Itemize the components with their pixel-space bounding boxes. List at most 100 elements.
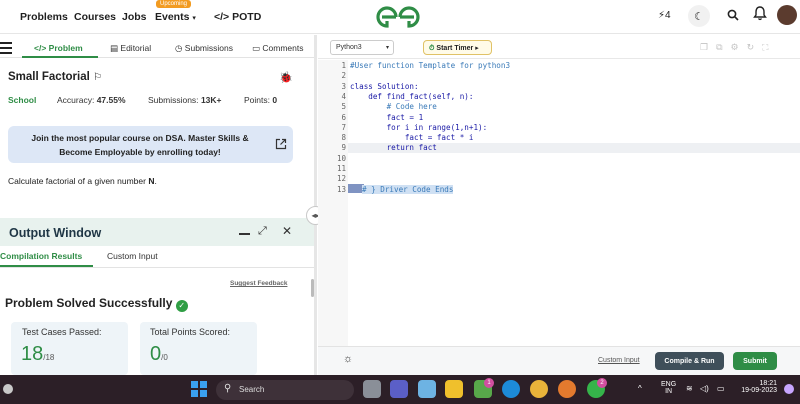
external-link-icon[interactable]	[275, 137, 287, 155]
language-select[interactable]: Python3 ▾	[330, 40, 394, 55]
theme-toggle-button[interactable]: ☾	[688, 5, 710, 27]
line-number: 3	[341, 81, 346, 91]
streak-counter[interactable]: ⚡4	[658, 10, 671, 21]
panel-splitter[interactable]	[314, 35, 317, 375]
compile-run-button[interactable]: Compile & Run	[655, 352, 724, 370]
editor-actions: ❐⧉⚙↻⛶	[700, 42, 776, 53]
tests-passed: 18/18	[21, 343, 55, 365]
line-number: 1	[341, 61, 346, 70]
clock[interactable]: 18:21 19-09-2023	[739, 380, 777, 394]
tab-editorial[interactable]: ▤ Editorial	[110, 43, 151, 54]
code-line: return fact	[350, 143, 437, 153]
document-icon: ▤	[110, 43, 119, 53]
close-icon[interactable]: ✕	[282, 224, 292, 238]
notifications-button[interactable]	[753, 6, 767, 26]
code-line: # Code here	[350, 102, 437, 112]
duplicate-icon[interactable]: ⧉	[716, 42, 730, 52]
lightning-icon: ⚡	[658, 10, 666, 21]
expand-icon[interactable]: ⤢	[258, 225, 267, 238]
custom-input-link[interactable]: Custom Input	[598, 357, 640, 364]
tests-label: Test Cases Passed:	[22, 327, 102, 337]
nav-problems[interactable]: Problems	[20, 11, 68, 23]
upcoming-badge: Upcoming	[156, 0, 192, 8]
task-view-icon[interactable]	[363, 380, 381, 398]
line-number: 13	[336, 184, 346, 194]
test-cases-card: Test Cases Passed: 18/18	[11, 322, 128, 375]
gfg-logo-icon	[376, 6, 420, 28]
line-number: 9	[341, 143, 346, 153]
points-card: Total Points Scored: 0/0	[140, 322, 257, 375]
start-timer-button[interactable]: ⏱ Start Timer ▸	[423, 40, 492, 55]
tab-submissions[interactable]: ◷ Submissions	[175, 43, 233, 54]
nav-jobs[interactable]: Jobs	[122, 11, 147, 23]
code-line: for i in range(1,n+1):	[350, 122, 488, 132]
weather-icon[interactable]	[3, 384, 13, 394]
bookmark-icon[interactable]: ⚐	[93, 72, 102, 83]
file-explorer-icon[interactable]	[445, 380, 463, 398]
line-number: 5	[341, 102, 346, 112]
line-number: 11	[336, 164, 346, 173]
reset-icon[interactable]: ↻	[747, 42, 763, 52]
code-line: # } Driver Code Ends	[362, 184, 454, 194]
minimize-icon[interactable]	[239, 233, 250, 235]
notification-badge: 1	[484, 378, 494, 388]
code-icon: </>	[214, 11, 230, 23]
tab-custom-input[interactable]: Custom Input	[107, 251, 158, 261]
play-icon: ▸	[475, 45, 479, 52]
windows-start-icon[interactable]	[191, 381, 207, 397]
comment-icon: ▭	[252, 43, 261, 53]
line-number: 6	[341, 112, 346, 122]
nav-potd-label: POTD	[232, 11, 262, 23]
tab-comments[interactable]: ▭ Comments	[252, 43, 304, 54]
line-number: 12	[336, 174, 346, 184]
avatar[interactable]	[777, 5, 797, 25]
battery-icon[interactable]: ▭	[717, 384, 725, 393]
edge-icon[interactable]	[502, 380, 520, 398]
line-number: 8	[341, 133, 346, 143]
search-button[interactable]	[727, 8, 739, 26]
gfg-logo[interactable]	[374, 4, 422, 30]
fullscreen-icon[interactable]: ⛶	[762, 42, 776, 52]
submissions-count: Submissions: 13K+	[148, 95, 222, 105]
line-number: 10	[336, 153, 346, 163]
taskbar-search-box[interactable]: ⚲ Search	[216, 380, 354, 400]
points-scored: 0/0	[150, 343, 168, 365]
wifi-icon[interactable]: ≋	[686, 384, 693, 393]
chrome-icon[interactable]	[530, 380, 548, 398]
code-icon: </>	[34, 43, 47, 53]
nav-events-label: Events	[155, 11, 190, 23]
chevron-up-icon[interactable]: ^	[638, 384, 642, 393]
code-line: fact = fact * i	[350, 133, 474, 143]
code-editor[interactable]: #User function Template for python3 clas…	[348, 60, 800, 346]
course-promo-banner[interactable]: Join the most popular course on DSA. Mas…	[8, 126, 293, 163]
nav-courses[interactable]: Courses	[74, 11, 116, 23]
submit-button[interactable]: Submit	[733, 352, 777, 370]
problem-description: Calculate factorial of a given number N.	[8, 176, 157, 186]
clock-icon: ◷	[175, 43, 183, 53]
copy-icon[interactable]: ❐	[700, 42, 716, 52]
theme-sun-icon[interactable]: ☼	[343, 353, 353, 365]
settings-icon[interactable]: ⚙	[731, 42, 747, 52]
nav-potd[interactable]: </> POTD	[214, 11, 261, 23]
check-circle-icon: ✓	[175, 300, 188, 312]
code-line: #User function Template for python3	[350, 61, 511, 70]
volume-icon[interactable]: ◁)	[700, 384, 709, 393]
bug-icon: 🐞	[279, 72, 293, 84]
code-line: fact = 1	[350, 112, 424, 122]
teams-icon[interactable]	[390, 380, 408, 398]
problem-title: Small Factorial ⚐	[8, 71, 102, 83]
output-window-title: Output Window	[9, 226, 102, 240]
editor-footer	[318, 346, 800, 375]
search-icon	[727, 9, 739, 21]
code-line: def find_fact(self, n):	[350, 91, 474, 101]
language-indicator[interactable]: ENG IN	[661, 381, 676, 395]
notifications-center-icon[interactable]	[784, 384, 794, 394]
suggest-feedback-link[interactable]: Suggest Feedback	[230, 280, 287, 287]
accuracy: Accuracy: 47.55%	[57, 95, 126, 105]
tab-compilation-results[interactable]: Compilation Results	[0, 251, 82, 261]
bug-report-button[interactable]: 🐞	[279, 71, 293, 84]
chrome-profile-icon[interactable]	[558, 380, 576, 398]
nav-events[interactable]: Events ▾	[155, 11, 196, 23]
app-icon[interactable]	[418, 380, 436, 398]
tab-problem[interactable]: </> Problem	[34, 43, 83, 53]
